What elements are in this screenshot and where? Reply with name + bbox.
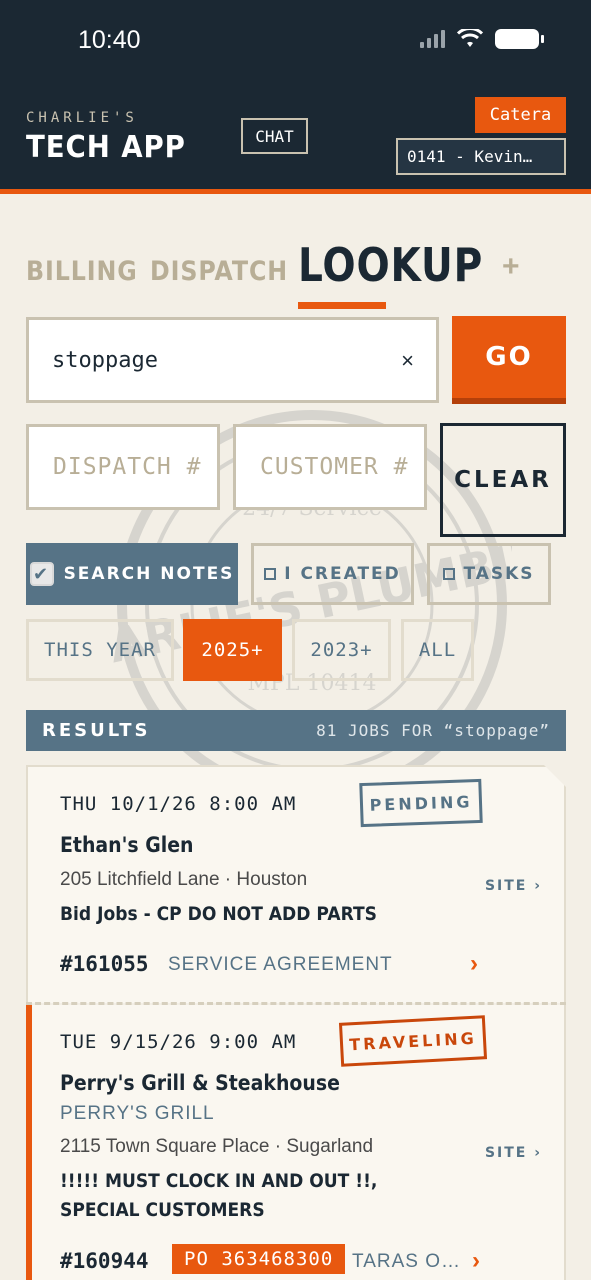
tab-lookup[interactable]: LOOKUP — [298, 238, 483, 292]
search-notes-toggle[interactable]: ✔ SEARCH NOTES — [26, 543, 238, 605]
results-count: 81 JOBS FOR “stoppage” — [316, 721, 550, 740]
app-header: 10:40 CHARLIE'S TECH APP CHAT Catera 014… — [0, 0, 591, 194]
results-title: RESULTS — [42, 720, 151, 741]
checkbox-empty-icon — [443, 568, 456, 580]
go-button[interactable]: GO — [452, 316, 566, 404]
clear-button[interactable]: CLEAR — [440, 423, 566, 537]
status-icons — [420, 29, 544, 49]
job-number: #160944 — [60, 1249, 149, 1273]
search-field: × — [26, 317, 439, 403]
period-2025-plus[interactable]: 2025+ — [183, 619, 282, 681]
job-date: TUE 9/15/26 9:00 AM — [60, 1031, 297, 1053]
job-note: Bid Jobs - CP DO NOT ADD PARTS — [60, 903, 377, 925]
clear-search-icon[interactable]: × — [401, 348, 414, 374]
status-badge: TRAVELING — [338, 1015, 488, 1067]
brand-subtitle: CHARLIE'S — [26, 110, 138, 126]
site-link[interactable]: SITE › — [485, 1145, 542, 1161]
site-link[interactable]: SITE › — [485, 878, 542, 894]
job-card[interactable]: THU 10/1/26 8:00 AM PENDING Ethan's Glen… — [26, 765, 566, 1003]
dispatch-number-input[interactable] — [53, 454, 203, 480]
job-number: #161055 — [60, 952, 149, 976]
main-tabs: BILLING DISPATCH LOOKUP + — [26, 230, 566, 310]
i-created-toggle[interactable]: I CREATED — [251, 543, 414, 605]
job-address: 2115 Town Square Place · Sugarland — [60, 1136, 374, 1157]
search-notes-label: SEARCH NOTES — [63, 564, 235, 584]
job-subname: PERRY'S GRILL — [60, 1103, 215, 1124]
checkbox-empty-icon — [264, 568, 277, 580]
job-address: 205 Litchfield Lane · Houston — [60, 869, 308, 890]
search-input[interactable] — [52, 347, 382, 373]
active-tab-indicator — [298, 302, 386, 309]
i-created-label: I CREATED — [284, 564, 401, 584]
job-type: TARAS O… — [352, 1251, 461, 1272]
brand-title: TECH APP — [26, 130, 186, 165]
tasks-toggle[interactable]: TASKS — [427, 543, 551, 605]
job-customer-name: Ethan's Glen — [60, 833, 194, 857]
results-header: RESULTS 81 JOBS FOR “stoppage” — [26, 710, 566, 751]
dispatch-number-field — [26, 424, 220, 510]
add-tab-button[interactable]: + — [502, 250, 520, 284]
job-customer-name: Perry's Grill & Steakhouse — [60, 1071, 340, 1095]
battery-icon — [495, 29, 544, 49]
chevron-right-icon[interactable]: › — [472, 1247, 480, 1275]
company-badge[interactable]: Catera — [475, 97, 566, 133]
checkbox-checked-icon: ✔ — [29, 562, 54, 586]
status-time: 10:40 — [78, 26, 141, 54]
job-note: !!!!! MUST CLOCK IN AND OUT !!, SPECIAL … — [60, 1170, 378, 1221]
job-card[interactable]: TUE 9/15/26 9:00 AM TRAVELING Perry's Gr… — [26, 1005, 566, 1280]
po-badge: PO 363468300 — [172, 1244, 346, 1274]
chat-button[interactable]: CHAT — [241, 118, 308, 154]
signal-icon — [420, 30, 445, 48]
tech-selector[interactable]: 0141 - Kevin… — [396, 138, 566, 175]
period-2023-plus[interactable]: 2023+ — [292, 619, 391, 681]
chevron-right-icon[interactable]: › — [470, 950, 478, 978]
period-all[interactable]: ALL — [401, 619, 474, 681]
customer-number-field — [233, 424, 427, 510]
wifi-icon — [457, 29, 483, 47]
job-type: SERVICE AGREEMENT — [168, 954, 393, 975]
tab-billing[interactable]: BILLING — [26, 256, 138, 287]
status-badge: PENDING — [359, 778, 483, 828]
job-date: THU 10/1/26 8:00 AM — [60, 793, 297, 815]
period-this-year[interactable]: THIS YEAR — [26, 619, 174, 681]
customer-number-input[interactable] — [260, 454, 410, 480]
tab-dispatch[interactable]: DISPATCH — [150, 256, 288, 287]
tasks-label: TASKS — [463, 564, 535, 584]
